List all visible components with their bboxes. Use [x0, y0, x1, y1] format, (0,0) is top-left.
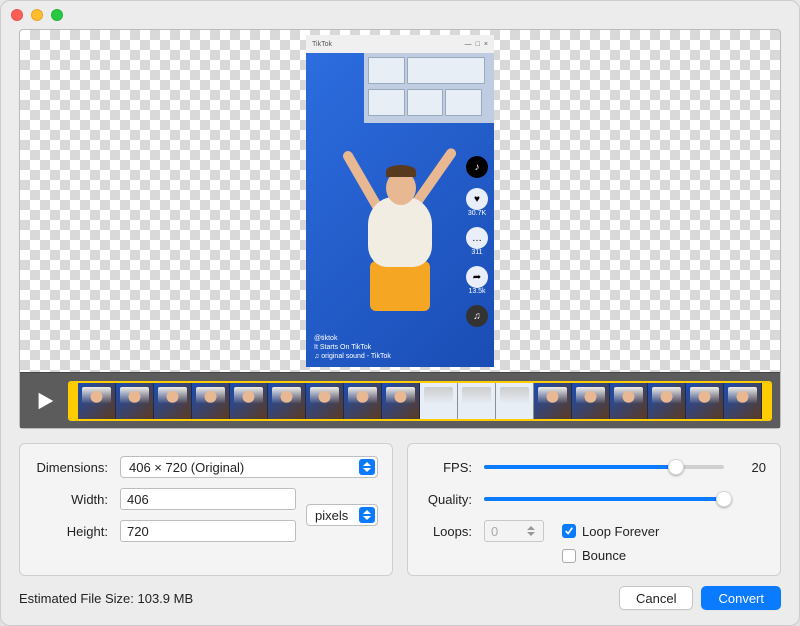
caption-user: @tiktok: [314, 334, 391, 343]
fps-label: FPS:: [422, 460, 478, 475]
height-value: 720: [127, 524, 149, 539]
select-arrows-icon: [359, 507, 375, 523]
width-value: 406: [127, 492, 149, 507]
quality-label: Quality:: [422, 492, 478, 507]
play-button[interactable]: [28, 384, 62, 418]
video-preview: TikTok — □ ×: [20, 30, 780, 372]
timeline-bar: [20, 372, 780, 428]
cancel-label: Cancel: [636, 591, 676, 606]
loop-forever-checkbox[interactable]: [562, 524, 576, 538]
stepper-arrows-icon: [527, 526, 541, 536]
check-icon: [564, 526, 574, 536]
maximize-icon: □: [476, 41, 480, 48]
width-label: Width:: [34, 492, 114, 507]
zoom-window-button[interactable]: [51, 9, 63, 21]
share-count: 13.5k: [466, 288, 488, 295]
bounce-checkbox[interactable]: [562, 549, 576, 563]
mock-tab-label: TikTok: [312, 41, 332, 48]
loop-forever-label: Loop Forever: [582, 524, 659, 539]
close-window-button[interactable]: [11, 9, 23, 21]
video-side-actions: ♪ ♥ 30.7K … 311 ➦ 13.5k ♫: [466, 156, 488, 327]
loops-label: Loops:: [422, 524, 478, 539]
close-icon: ×: [484, 41, 488, 48]
unit-value: pixels: [315, 508, 348, 523]
loops-stepper: 0: [484, 520, 544, 542]
minimize-window-button[interactable]: [31, 9, 43, 21]
heart-icon: ♥: [466, 188, 488, 210]
preview-area: TikTok — □ ×: [19, 29, 781, 429]
window-titlebar: [1, 1, 799, 29]
height-input[interactable]: 720: [120, 520, 296, 542]
comment-count: 311: [466, 249, 488, 256]
comment-icon: …: [466, 227, 488, 249]
convert-button[interactable]: Convert: [701, 586, 781, 610]
estimated-filesize: Estimated File Size: 103.9 MB: [19, 591, 193, 606]
caption-sound: ♫ original sound - TikTok: [314, 352, 391, 361]
cancel-button[interactable]: Cancel: [619, 586, 693, 610]
export-dialog: TikTok — □ ×: [0, 0, 800, 626]
timeline-trim[interactable]: [68, 381, 772, 421]
play-icon: [34, 390, 56, 412]
timeline-thumbnails: [78, 383, 762, 419]
fps-value: 20: [738, 460, 766, 475]
encoding-panel: FPS: 20 Quality:: [407, 443, 781, 576]
caption-line: It Starts On TikTok: [314, 343, 391, 352]
fps-slider[interactable]: [484, 456, 724, 478]
share-icon: ➦: [466, 266, 488, 288]
bounce-label: Bounce: [582, 548, 626, 563]
video-frame: TikTok — □ ×: [306, 35, 494, 367]
video-subject: [340, 137, 460, 337]
dialog-footer: Estimated File Size: 103.9 MB Cancel Con…: [1, 576, 799, 620]
sound-disc-icon: ♫: [466, 305, 488, 327]
like-count: 30.7K: [466, 210, 488, 217]
quality-slider[interactable]: [484, 488, 724, 510]
snap-layout-overlay: [364, 53, 494, 123]
size-panel: Dimensions: 406 × 720 (Original) Width: …: [19, 443, 393, 576]
video-caption: @tiktok It Starts On TikTok ♫ original s…: [314, 334, 391, 361]
unit-select[interactable]: pixels: [306, 504, 378, 526]
loops-value: 0: [491, 524, 498, 539]
settings-panels: Dimensions: 406 × 720 (Original) Width: …: [1, 429, 799, 576]
mock-browser-bar: TikTok — □ ×: [306, 35, 494, 53]
select-arrows-icon: [359, 459, 375, 475]
minimize-icon: —: [465, 41, 472, 48]
height-label: Height:: [34, 524, 114, 539]
convert-label: Convert: [718, 591, 764, 606]
dimensions-value: 406 × 720 (Original): [129, 460, 244, 475]
tiktok-logo-icon: ♪: [466, 156, 488, 178]
dimensions-select[interactable]: 406 × 720 (Original): [120, 456, 378, 478]
width-input[interactable]: 406: [120, 488, 296, 510]
dimensions-label: Dimensions:: [34, 460, 114, 475]
